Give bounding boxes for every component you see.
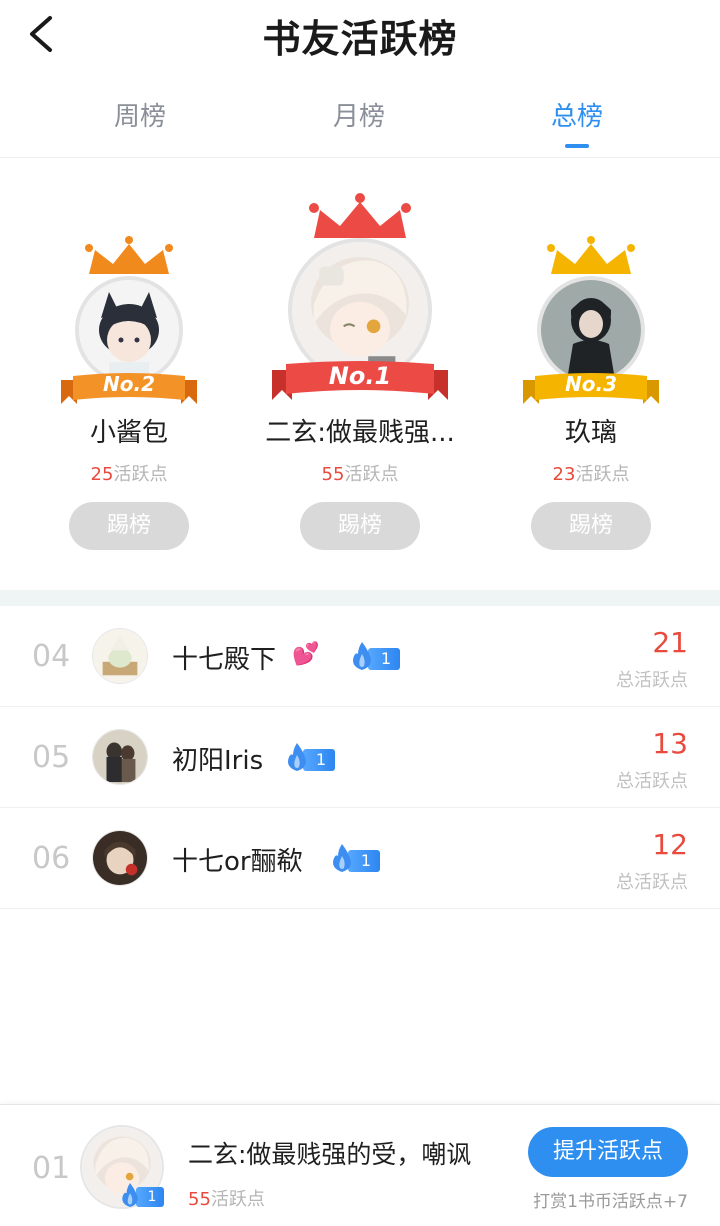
score-label: 总活跃点 [616, 872, 688, 893]
rank-label: No.1 [328, 362, 392, 390]
tab-weekly[interactable]: 周榜 [70, 96, 210, 133]
tab-bar: 周榜 月榜 总榜 [0, 86, 720, 158]
kick-button[interactable]: 踢榜 [300, 502, 420, 550]
rank-label: No.3 [565, 372, 617, 396]
rank-number: 06 [32, 841, 71, 876]
header: 书友活跃榜 [0, 0, 720, 70]
rank-number: 04 [32, 639, 71, 674]
avatar[interactable] [75, 276, 183, 384]
my-rank-bar: 01 1 二玄:做最贱强的受，嘲讽 55活跃点 提升活跃点 打赏1书币活跃点+7 [0, 1104, 720, 1226]
section-divider [0, 590, 720, 606]
tab-overall[interactable]: 总榜 [507, 96, 647, 133]
score-value: 13 [652, 727, 688, 760]
my-points: 55活跃点 [188, 1189, 265, 1210]
winner-points: 55活跃点 [321, 464, 399, 485]
score-label: 总活跃点 [616, 771, 688, 792]
my-name: 二玄:做最贱强的受，嘲讽 [188, 1140, 472, 1169]
kick-button[interactable]: 踢榜 [531, 502, 651, 550]
winner-name: 二玄:做最贱强... [265, 418, 455, 448]
user-name: 十七or酾欷 [172, 847, 303, 877]
tab-monthly[interactable]: 月榜 [289, 96, 429, 133]
flame-icon [122, 1183, 138, 1207]
flame-icon [333, 844, 351, 872]
list-item[interactable]: 06 十七or酾欷 1 12 总活跃点 [0, 808, 720, 909]
flame-icon [353, 642, 371, 670]
score-value: 21 [652, 626, 688, 659]
podium-first: No.1 二玄:做最贱强... 55活跃点 踢榜 [240, 160, 480, 590]
podium-second: No.2 小酱包 25活跃点 踢榜 [9, 160, 249, 590]
crown-icon [85, 236, 173, 274]
ranking-list: 04 十七殿下 💕 1 21 总活跃点 05 初阳Iris 1 13 总活跃点 … [0, 606, 720, 909]
list-item[interactable]: 05 初阳Iris 1 13 总活跃点 [0, 707, 720, 808]
avatar[interactable] [92, 628, 148, 684]
page-title: 书友活跃榜 [262, 16, 458, 61]
list-item[interactable]: 04 十七殿下 💕 1 21 总活跃点 [0, 606, 720, 707]
user-name: 初阳Iris [172, 746, 264, 776]
crown-icon [547, 236, 635, 274]
rank-number: 05 [32, 740, 71, 775]
score-value: 12 [652, 828, 688, 861]
winner-points: 25活跃点 [90, 464, 168, 485]
tab-active-indicator [565, 144, 589, 148]
heart-icon: 💕 [292, 642, 320, 667]
user-name: 十七殿下 [172, 645, 277, 675]
avatar[interactable] [537, 276, 645, 384]
winner-points: 23活跃点 [552, 464, 630, 485]
reward-hint: 打赏1书币活跃点+7 [533, 1192, 688, 1212]
score-label: 总活跃点 [616, 670, 688, 691]
flame-icon [288, 743, 306, 771]
winner-name: 小酱包 [89, 418, 168, 448]
my-rank-number: 01 [32, 1151, 71, 1186]
avatar[interactable] [92, 830, 148, 886]
winner-name: 玖璃 [564, 418, 617, 448]
podium: No.2 小酱包 25活跃点 踢榜 No.1 二玄:做最贱强... 55活跃点 … [0, 160, 720, 590]
podium-third: No.3 玖璃 23活跃点 踢榜 [471, 160, 711, 590]
avatar[interactable] [92, 729, 148, 785]
kick-button[interactable]: 踢榜 [69, 502, 189, 550]
boost-activity-button[interactable]: 提升活跃点 [528, 1127, 688, 1177]
rank-label: No.2 [103, 372, 155, 396]
